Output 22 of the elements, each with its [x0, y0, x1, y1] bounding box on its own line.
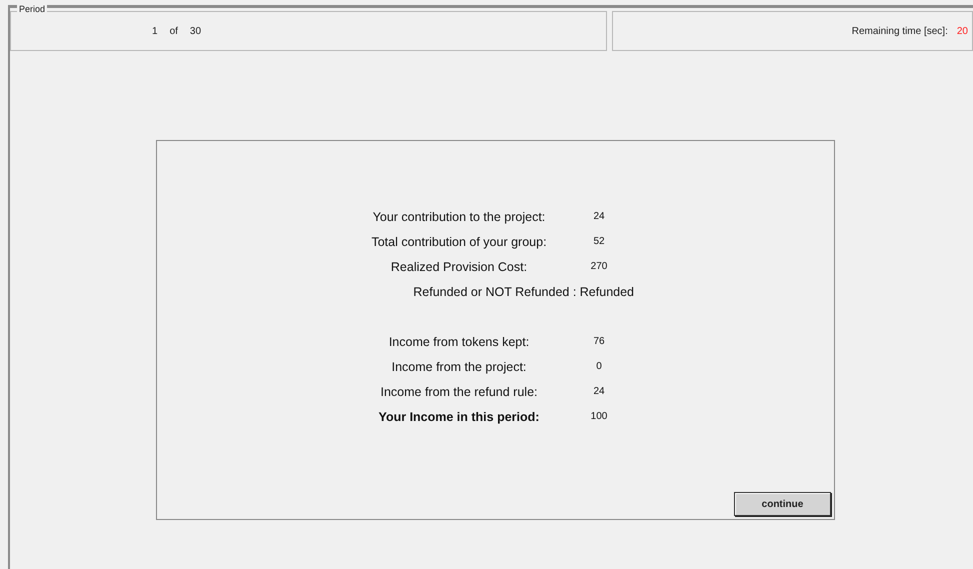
period-legend: Period — [17, 4, 48, 14]
result-label: Your contribution to the project: — [372, 209, 546, 226]
result-value: 52 — [592, 235, 606, 249]
result-value: 270 — [590, 260, 608, 274]
refund-status: Refunded or NOT Refunded : Refunded — [413, 284, 634, 301]
continue-button[interactable]: continue — [734, 492, 831, 516]
period-number: 1 — [152, 26, 158, 36]
result-value: 24 — [592, 210, 606, 224]
period-total: 30 — [190, 26, 202, 36]
of-label: of — [170, 26, 178, 36]
result-label: Income from tokens kept: — [388, 334, 530, 351]
result-value: 24 — [592, 385, 606, 399]
result-label: Your Income in this period: — [378, 409, 540, 426]
result-label: Realized Provision Cost: — [390, 259, 528, 276]
result-label: Income from the project: — [390, 359, 528, 376]
result-label: Total contribution of your group: — [370, 234, 548, 251]
result-value: 100 — [590, 410, 608, 424]
remaining-time-label: Remaining time [sec]: — [852, 26, 948, 36]
result-label: Income from the refund rule: — [379, 384, 539, 401]
remaining-time-value: 20 — [956, 26, 968, 36]
result-value: 76 — [592, 335, 606, 349]
result-value: 0 — [595, 360, 603, 374]
